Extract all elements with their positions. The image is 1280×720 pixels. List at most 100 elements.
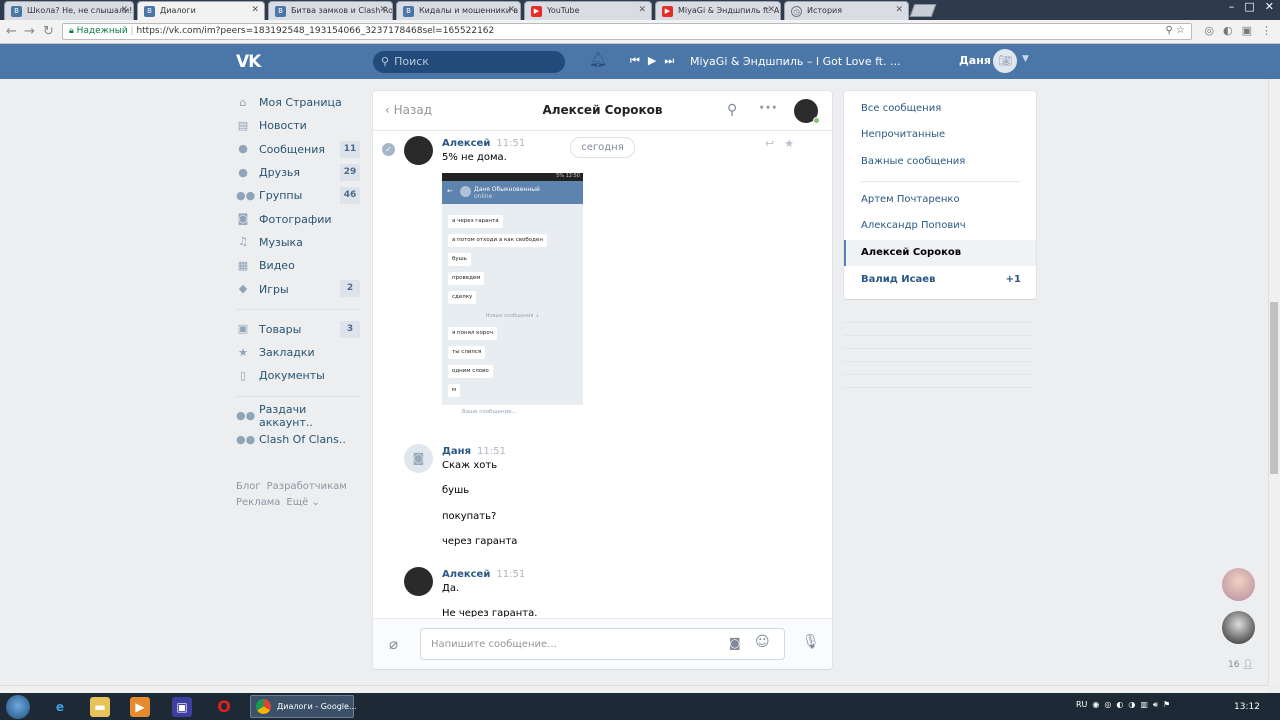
- new-tab-button[interactable]: [909, 4, 937, 17]
- extension-icon[interactable]: ◎: [1204, 24, 1214, 37]
- conversation-item[interactable]: Артем Почтаренко: [844, 187, 1036, 213]
- sidebar-item-bookmarks[interactable]: ★ Закладки: [236, 341, 360, 364]
- back-button[interactable]: ‹ Назад: [385, 103, 432, 117]
- opera-icon[interactable]: O: [214, 697, 234, 717]
- message-author[interactable]: Алексей 11:51: [442, 569, 525, 580]
- browser-tab-7[interactable]: ◷ История ✕: [784, 1, 909, 20]
- browser-tab-4[interactable]: В Кидалы и мошенники в ✕: [396, 1, 521, 20]
- sidebar-item-messages[interactable]: ● Сообщения 11: [236, 138, 360, 161]
- forward-arrow-icon[interactable]: →: [24, 24, 35, 39]
- conversation-item[interactable]: Валид Исаев +1: [844, 267, 1036, 293]
- tray-icon[interactable]: ◑: [1128, 700, 1135, 710]
- notifications-bell-icon[interactable]: 🔔︎: [589, 52, 607, 68]
- attached-screenshot[interactable]: 5% 12:50 ← Даня Обыкновенный online а че…: [442, 173, 583, 405]
- close-window-icon[interactable]: ✕: [1265, 0, 1274, 13]
- paperclip-icon[interactable]: ⌀: [389, 635, 398, 653]
- minimize-icon[interactable]: –: [1229, 0, 1235, 13]
- filter-all-messages[interactable]: Все сообщения: [844, 96, 1036, 122]
- camera-icon[interactable]: ◙: [404, 444, 433, 473]
- reply-icon[interactable]: ↩: [765, 137, 774, 150]
- friend-avatar[interactable]: [1222, 611, 1255, 644]
- start-button[interactable]: [6, 695, 30, 719]
- address-bar[interactable]: 🔒︎ Надежный | https://vk.com/im?peers=18…: [62, 23, 1192, 40]
- now-playing-track[interactable]: MiyaGi & Эндшпиль – I Got Love ft. ...: [690, 55, 901, 68]
- sidebar-item-group-link[interactable]: ●● Clash Of Clans..: [236, 428, 360, 451]
- tray-icon[interactable]: ◉: [1092, 700, 1099, 710]
- close-icon[interactable]: ✕: [251, 5, 259, 15]
- previous-track-icon[interactable]: ⏮︎: [630, 54, 640, 68]
- horizontal-scrollbar[interactable]: [0, 685, 1268, 693]
- sidebar-item-games[interactable]: ◆ Игры 2: [236, 277, 360, 300]
- avatar[interactable]: [404, 136, 433, 165]
- more-icon[interactable]: ···: [759, 100, 778, 116]
- folder-icon[interactable]: ▬: [90, 697, 110, 717]
- tray-icon[interactable]: ◎: [1104, 700, 1111, 710]
- star-icon[interactable]: ★: [784, 137, 794, 150]
- browser-tab-3[interactable]: В Битва замков и Clash Roy ✕: [268, 1, 393, 20]
- reload-icon[interactable]: ↻: [43, 24, 54, 39]
- close-icon[interactable]: ✕: [638, 5, 646, 15]
- internet-explorer-icon[interactable]: e: [50, 697, 70, 717]
- language-indicator[interactable]: RU: [1076, 700, 1087, 710]
- message-author[interactable]: Даня 11:51: [442, 446, 506, 457]
- sidebar-item-music[interactable]: ♫ Музыка: [236, 231, 360, 254]
- browser-tab-6[interactable]: ▶ MiyaGi & Эндшпиль ft. An ✕: [655, 1, 781, 20]
- sidebar-item-documents[interactable]: ▯ Документы: [236, 364, 360, 387]
- close-icon[interactable]: ✕: [895, 5, 903, 15]
- maximize-icon[interactable]: □: [1244, 0, 1254, 13]
- sidebar-item-goods[interactable]: ▣ Товары 3: [236, 318, 360, 341]
- media-player-icon[interactable]: ▶: [130, 697, 150, 717]
- close-icon[interactable]: ✕: [507, 5, 515, 15]
- footer-link-blog[interactable]: Блог: [236, 481, 261, 492]
- menu-icon[interactable]: ⋮: [1261, 24, 1272, 37]
- sidebar-item-my-page[interactable]: ⌂ Моя Страница: [236, 91, 360, 114]
- sidebar-item-groups[interactable]: ●● Группы 46: [236, 184, 360, 207]
- save-disk-icon[interactable]: ▣: [172, 697, 192, 717]
- extension-icon[interactable]: ▣: [1242, 24, 1252, 37]
- search-input[interactable]: ⚲ Поиск: [373, 51, 565, 73]
- scrollbar-thumb[interactable]: [1270, 302, 1278, 474]
- vk-logo[interactable]: VK: [236, 52, 261, 72]
- conversation-item-active[interactable]: Алексей Сороков: [844, 240, 1036, 266]
- search-icon[interactable]: ⚲: [727, 102, 737, 118]
- chevron-down-icon[interactable]: ▼: [1022, 54, 1029, 64]
- friend-avatar[interactable]: [1222, 568, 1255, 601]
- tray-icon[interactable]: ◐: [1116, 700, 1123, 710]
- footer-link-developers[interactable]: Разработчикам: [267, 481, 347, 492]
- flag-icon[interactable]: ⚑: [1163, 700, 1170, 710]
- browser-tab-5[interactable]: ▶ YouTube ✕: [524, 1, 652, 20]
- message-history[interactable]: ✓ Алексей 11:51 сегодня ↩ ★ 5% не дома. 5%…: [373, 132, 832, 617]
- sidebar-item-news[interactable]: ▤ Новости: [236, 114, 360, 137]
- volume-icon[interactable]: 🔊︎: [1153, 700, 1158, 710]
- sidebar-item-group-link[interactable]: ●● Раздачи аккаунт..: [236, 403, 360, 429]
- filter-unread[interactable]: Непрочитанные: [844, 122, 1036, 148]
- zoom-star-icons[interactable]: ⚲ ☆: [1166, 25, 1185, 36]
- camera-icon[interactable]: ◙: [729, 636, 741, 650]
- camera-icon[interactable]: 📷︎: [993, 49, 1017, 73]
- browser-tab-2[interactable]: В Диалоги ✕: [137, 1, 265, 20]
- filter-important[interactable]: Важные сообщения: [844, 149, 1036, 175]
- online-friends-count[interactable]: 16 👤︎: [1228, 660, 1254, 670]
- avatar[interactable]: [404, 567, 433, 596]
- next-track-icon[interactable]: ⏭︎: [664, 54, 674, 68]
- close-icon[interactable]: ✕: [767, 5, 775, 15]
- taskbar-chrome-window[interactable]: Диалоги - Google...: [250, 695, 357, 718]
- sidebar-item-friends[interactable]: ● Друзья 29: [236, 161, 360, 184]
- user-name[interactable]: Даня: [959, 54, 991, 67]
- sidebar-item-photos[interactable]: ◙ Фотографии: [236, 207, 360, 230]
- microphone-icon[interactable]: 🎙︎: [802, 634, 820, 650]
- conversation-item[interactable]: Александр Попович: [844, 213, 1036, 239]
- smile-icon[interactable]: ☺: [755, 634, 770, 650]
- browser-tab-1[interactable]: В Школа? Не, не слышали! ✕: [4, 1, 134, 20]
- sidebar-item-video[interactable]: ▦ Видео: [236, 254, 360, 277]
- clock[interactable]: 13:12: [1234, 702, 1260, 712]
- message-author[interactable]: Алексей 11:51: [442, 138, 525, 149]
- close-icon[interactable]: ✕: [379, 5, 387, 15]
- close-icon[interactable]: ✕: [120, 5, 128, 15]
- footer-link-ads[interactable]: Реклама: [236, 497, 280, 508]
- checkmark-icon[interactable]: ✓: [382, 143, 395, 156]
- back-arrow-icon[interactable]: ←: [6, 24, 17, 39]
- extension-icon[interactable]: ◐: [1223, 24, 1233, 37]
- footer-link-more[interactable]: Ещё ⌄: [286, 497, 319, 508]
- play-icon[interactable]: ▶: [648, 54, 656, 68]
